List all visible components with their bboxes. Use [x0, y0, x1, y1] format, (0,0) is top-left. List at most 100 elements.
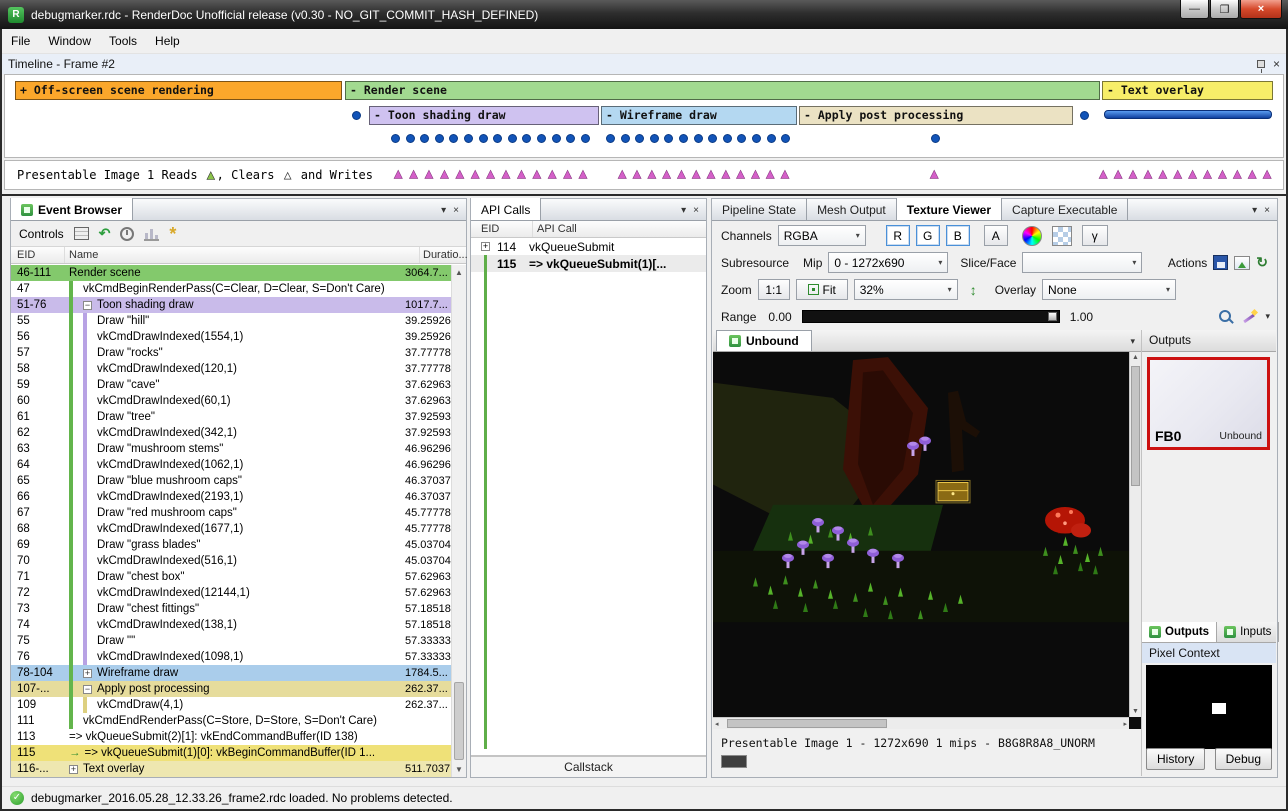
event-row[interactable]: 115→=> vkQueueSubmit(1)[0]: vkBeginComma…	[11, 745, 451, 761]
scroll-down-icon[interactable]: ▼	[1130, 708, 1141, 715]
save-texture-icon[interactable]	[1213, 255, 1228, 270]
timeline-event-dot[interactable]	[566, 134, 575, 143]
timeline-event-dot[interactable]	[781, 134, 790, 143]
tab-mesh-output[interactable]: Mesh Output	[807, 198, 897, 220]
scroll-down-icon[interactable]: ▼	[452, 762, 466, 777]
timeline-event-dot[interactable]	[581, 134, 590, 143]
scroll-right-icon[interactable]: ▸	[1123, 720, 1127, 728]
channel-blue-toggle[interactable]: B	[946, 225, 970, 246]
menu-file[interactable]: File	[2, 30, 39, 52]
maximize-button[interactable]: ❐	[1210, 0, 1239, 19]
channel-green-toggle[interactable]: G	[916, 225, 940, 246]
tree-expander-icon[interactable]: +	[481, 242, 490, 251]
write-marker-triangle-icon[interactable]: ▲	[1263, 166, 1271, 182]
color-wheel-icon[interactable]	[1022, 226, 1042, 246]
write-marker-triangle-icon[interactable]: ▲	[662, 166, 670, 182]
flip-vertical-icon[interactable]: ↕	[970, 282, 977, 298]
bookmark-icon[interactable]: *	[169, 229, 176, 239]
select-columns-icon[interactable]	[74, 227, 89, 240]
channel-alpha-toggle[interactable]: A	[984, 225, 1008, 246]
column-duration[interactable]: Duratio...	[420, 249, 466, 261]
tree-expander-icon[interactable]: −	[83, 301, 92, 310]
event-row[interactable]: 73Draw "chest fittings"57.18518	[11, 601, 451, 617]
event-row[interactable]: 46-111Render scene3064.7...	[11, 265, 451, 281]
write-marker-triangle-icon[interactable]: ▲	[1159, 166, 1167, 182]
pixel-context-view[interactable]	[1146, 665, 1272, 749]
jump-back-icon[interactable]: ↶	[99, 227, 111, 240]
scrollbar-thumb[interactable]	[1131, 366, 1140, 486]
range-slider[interactable]	[802, 310, 1060, 323]
timeline-event-dot[interactable]	[635, 134, 644, 143]
event-row[interactable]: 75Draw ""57.33333	[11, 633, 451, 649]
timeline-bar-2[interactable]: - Text overlay	[1102, 81, 1273, 100]
write-marker-triangle-icon[interactable]: ▲	[1233, 166, 1241, 182]
event-row[interactable]: 55Draw "hill"39.25926	[11, 313, 451, 329]
range-slider-thumb[interactable]	[1048, 312, 1057, 321]
write-marker-triangle-icon[interactable]: ▲	[722, 166, 730, 182]
overlay-dropdown[interactable]: None ▾	[1042, 279, 1176, 300]
timeline-event-dot[interactable]	[464, 134, 473, 143]
write-marker-triangle-icon[interactable]: ▲	[517, 166, 525, 182]
write-marker-triangle-icon[interactable]: ▲	[394, 166, 402, 182]
texture-viewer-close-icon[interactable]: ×	[1264, 205, 1270, 216]
column-eid[interactable]: EID	[471, 221, 533, 237]
debug-button[interactable]: Debug	[1215, 748, 1272, 770]
write-marker-triangle-icon[interactable]: ▲	[1144, 166, 1152, 182]
timeline-event-dot[interactable]	[522, 134, 531, 143]
write-marker-triangle-icon[interactable]: ▲	[425, 166, 433, 182]
timeline-bar-4[interactable]: - Wireframe draw	[601, 106, 797, 125]
write-marker-triangle-icon[interactable]: ▲	[1218, 166, 1226, 182]
write-marker-triangle-icon[interactable]: ▲	[707, 166, 715, 182]
timeline-event-dot[interactable]	[606, 134, 615, 143]
statistics-icon[interactable]	[144, 227, 159, 241]
event-row[interactable]: 70vkCmdDrawIndexed(516,1)45.03704	[11, 553, 451, 569]
column-api-call[interactable]: API Call	[533, 223, 706, 235]
event-browser-scrollbar[interactable]: ▲ ▼	[451, 265, 466, 777]
write-marker-triangle-icon[interactable]: ▲	[440, 166, 448, 182]
event-row[interactable]: 69Draw "grass blades"45.03704	[11, 537, 451, 553]
event-row[interactable]: 68vkCmdDrawIndexed(1677,1)45.77778	[11, 521, 451, 537]
write-marker-triangle-icon[interactable]: ▲	[1188, 166, 1196, 182]
event-browser-close-icon[interactable]: ×	[453, 205, 459, 216]
event-row[interactable]: 109vkCmdDraw(4,1)262.37...	[11, 697, 451, 713]
timeline-event-dot[interactable]	[752, 134, 761, 143]
scrollbar-thumb[interactable]	[727, 719, 887, 728]
history-button[interactable]: History	[1146, 748, 1205, 770]
fb0-thumbnail[interactable]: FB0 Unbound	[1147, 357, 1270, 450]
texture-display[interactable]: ▲ ▼ ◂ ▸	[713, 352, 1141, 729]
tab-event-browser[interactable]: Event Browser	[11, 198, 133, 220]
write-marker-triangle-icon[interactable]: ▲	[409, 166, 417, 182]
write-marker-triangle-icon[interactable]: ▲	[648, 166, 656, 182]
timeline-event-dot[interactable]	[664, 134, 673, 143]
event-row[interactable]: 111vkCmdEndRenderPass(C=Store, D=Store, …	[11, 713, 451, 729]
write-marker-triangle-icon[interactable]: ▲	[736, 166, 744, 182]
chevron-down-icon[interactable]: ▾	[1252, 205, 1257, 216]
write-marker-triangle-icon[interactable]: ▲	[456, 166, 464, 182]
channels-dropdown[interactable]: RGBA ▾	[778, 225, 866, 246]
menu-window[interactable]: Window	[39, 30, 100, 52]
timeline-event-dot[interactable]	[679, 134, 688, 143]
write-marker-triangle-icon[interactable]: ▲	[766, 166, 774, 182]
event-row[interactable]: 66vkCmdDrawIndexed(2193,1)46.37037	[11, 489, 451, 505]
scroll-up-icon[interactable]: ▲	[1130, 354, 1141, 361]
event-row[interactable]: 64vkCmdDrawIndexed(1062,1)46.96296	[11, 457, 451, 473]
event-row[interactable]: 72vkCmdDrawIndexed(12144,1)57.62963	[11, 585, 451, 601]
write-marker-triangle-icon[interactable]: ▲	[533, 166, 541, 182]
timeline-event-dot[interactable]	[694, 134, 703, 143]
tab-texture-viewer[interactable]: Texture Viewer	[897, 198, 1002, 220]
time-draws-icon[interactable]	[120, 227, 134, 241]
scrollbar-thumb[interactable]	[454, 682, 464, 760]
write-marker-triangle-icon[interactable]: ▲	[471, 166, 479, 182]
write-marker-triangle-icon[interactable]: ▲	[633, 166, 641, 182]
column-name[interactable]: Name	[65, 247, 420, 263]
timeline-close-icon[interactable]: ×	[1273, 57, 1280, 71]
event-row[interactable]: 51-76−Toon shading draw1017.7...	[11, 297, 451, 313]
api-calls-close-icon[interactable]: ×	[693, 205, 699, 216]
tree-expander-icon[interactable]: +	[83, 669, 92, 678]
checkerboard-background-icon[interactable]	[1052, 226, 1072, 246]
chevron-down-icon[interactable]: ▾	[1130, 336, 1141, 351]
write-marker-triangle-icon[interactable]: ▲	[1129, 166, 1137, 182]
event-row[interactable]: 116-...+Text overlay511.7037	[11, 761, 451, 777]
pin-icon[interactable]	[1257, 60, 1265, 68]
menu-help[interactable]: Help	[146, 30, 189, 52]
